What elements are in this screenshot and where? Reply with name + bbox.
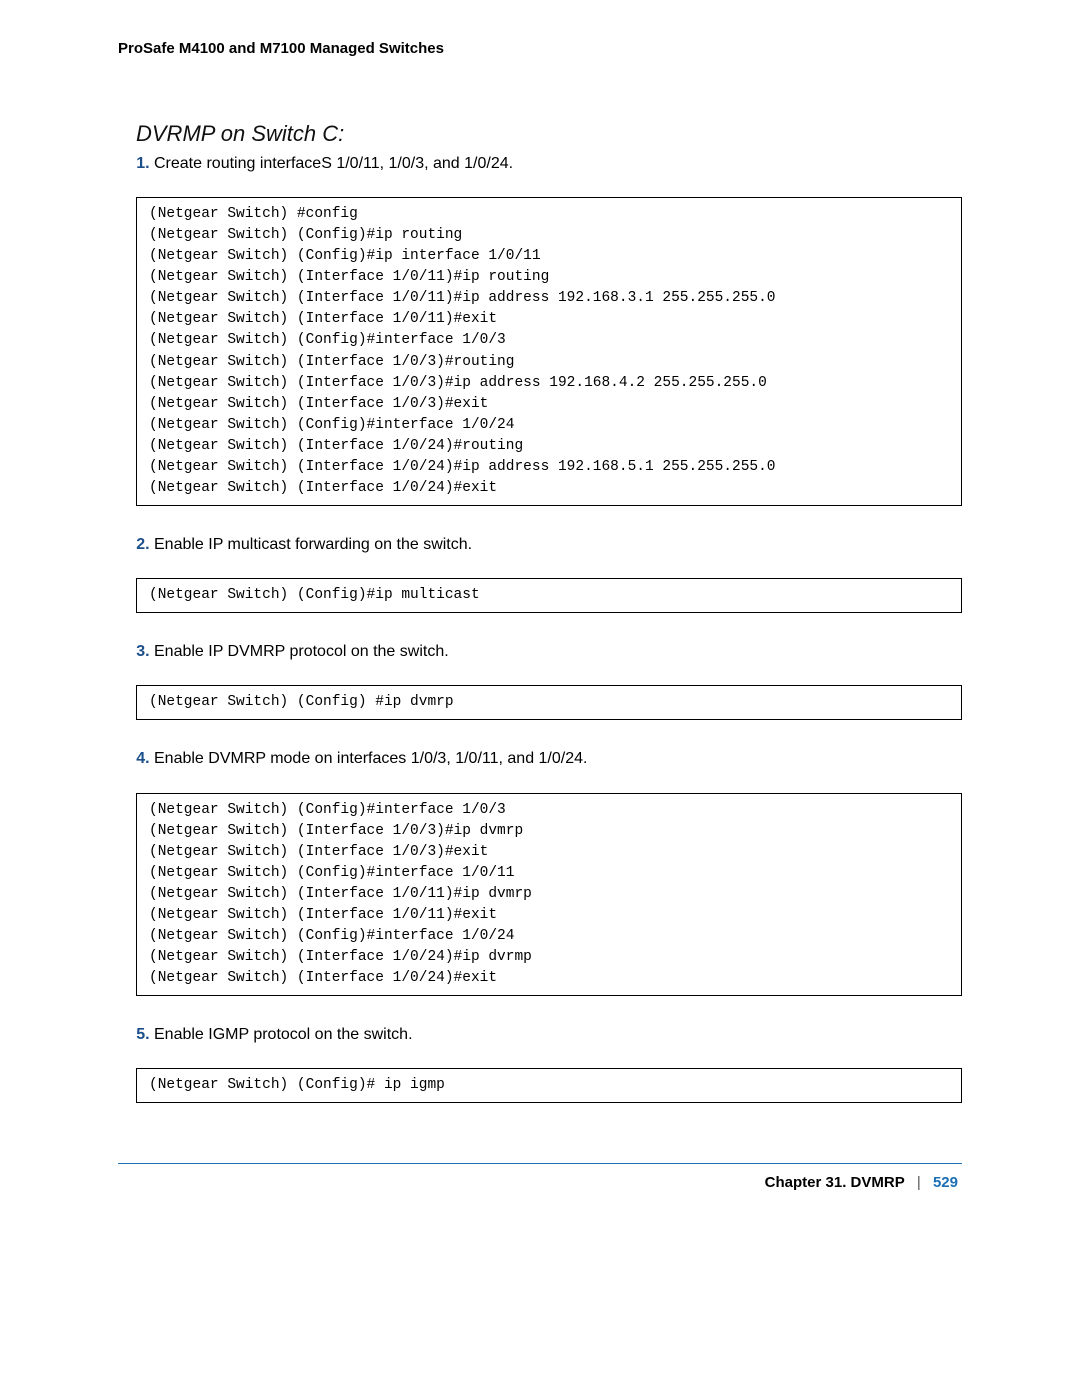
footer-chapter: Chapter 31. DVMRP	[765, 1174, 905, 1191]
footer-page-number: 529	[933, 1174, 958, 1191]
code-block-1: (Netgear Switch) #config (Netgear Switch…	[136, 197, 962, 505]
code-block-4: (Netgear Switch) (Config)#interface 1/0/…	[136, 793, 962, 996]
step-2-text: Enable IP multicast forwarding on the sw…	[154, 536, 472, 553]
step-1: Create routing interfaceS 1/0/11, 1/0/3,…	[154, 153, 962, 175]
step-5: Enable IGMP protocol on the switch.	[154, 1024, 962, 1046]
steps-list-cont-2: Enable IP multicast forwarding on the sw…	[136, 534, 962, 556]
step-5-text: Enable IGMP protocol on the switch.	[154, 1026, 413, 1043]
step-4: Enable DVMRP mode on interfaces 1/0/3, 1…	[154, 748, 962, 770]
steps-list-cont-4: Enable DVMRP mode on interfaces 1/0/3, 1…	[136, 748, 962, 770]
steps-list-cont-3: Enable IP DVMRP protocol on the switch.	[136, 641, 962, 663]
steps-list-cont-5: Enable IGMP protocol on the switch.	[136, 1024, 962, 1046]
step-3: Enable IP DVMRP protocol on the switch.	[154, 641, 962, 663]
page: ProSafe M4100 and M7100 Managed Switches…	[0, 0, 1080, 1397]
steps-list: Create routing interfaceS 1/0/11, 1/0/3,…	[136, 153, 962, 175]
step-3-text: Enable IP DVMRP protocol on the switch.	[154, 643, 449, 660]
footer-separator: |	[917, 1174, 921, 1191]
code-block-3: (Netgear Switch) (Config) #ip dvmrp	[136, 685, 962, 720]
page-footer: Chapter 31. DVMRP | 529	[118, 1174, 962, 1191]
step-2: Enable IP multicast forwarding on the sw…	[154, 534, 962, 556]
step-1-text: Create routing interfaceS 1/0/11, 1/0/3,…	[154, 155, 513, 172]
running-header: ProSafe M4100 and M7100 Managed Switches	[118, 40, 962, 57]
footer-rule	[118, 1163, 962, 1164]
code-block-5: (Netgear Switch) (Config)# ip igmp	[136, 1068, 962, 1103]
section-title: DVRMP on Switch C:	[136, 121, 962, 147]
code-block-2: (Netgear Switch) (Config)#ip multicast	[136, 578, 962, 613]
step-4-text: Enable DVMRP mode on interfaces 1/0/3, 1…	[154, 750, 587, 767]
